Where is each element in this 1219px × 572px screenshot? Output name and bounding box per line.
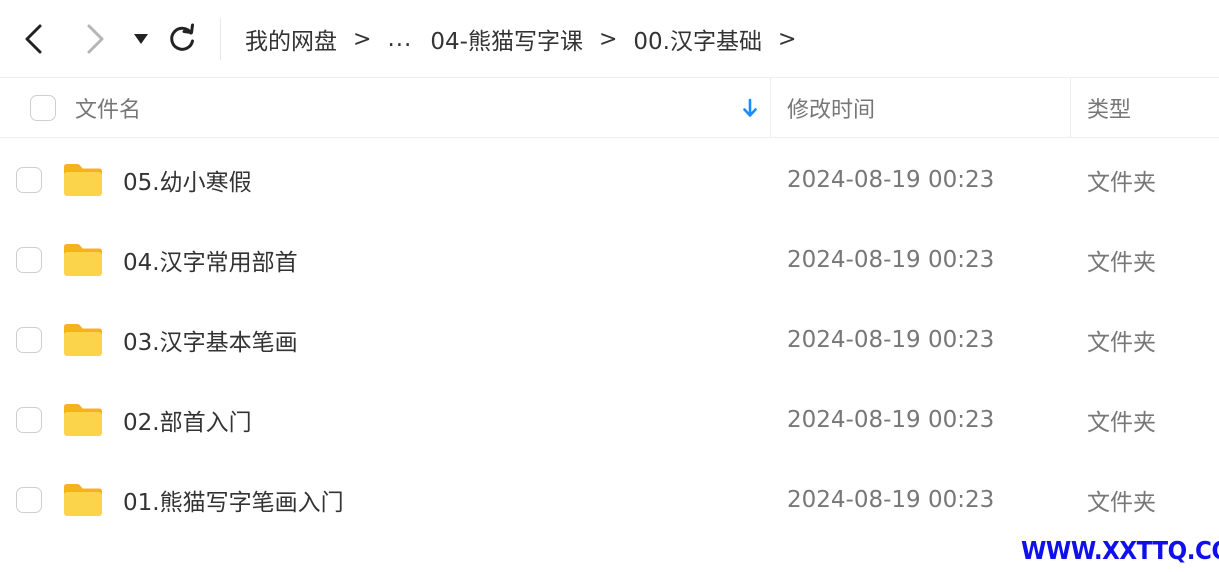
column-header-name[interactable]: 文件名 xyxy=(75,78,141,137)
table-row[interactable]: 01.熊猫写字笔画入门 2024-08-19 00:23 文件夹 xyxy=(0,460,1219,540)
file-name[interactable]: 03.汉字基本笔画 xyxy=(123,300,298,380)
breadcrumb-current[interactable]: 00.汉字基础 xyxy=(633,22,762,56)
folder-icon xyxy=(64,164,102,196)
column-header-modified[interactable]: 修改时间 xyxy=(787,78,875,137)
file-modified-time: 2024-08-19 00:23 xyxy=(787,167,995,193)
row-checkbox[interactable] xyxy=(16,487,42,513)
breadcrumb-root[interactable]: 我的网盘 xyxy=(245,22,337,56)
file-modified-time: 2024-08-19 00:23 xyxy=(787,487,995,513)
history-dropdown-button[interactable] xyxy=(124,19,158,59)
breadcrumb: 我的网盘 > ... 04-熊猫写字课 > 00.汉字基础 > xyxy=(245,0,812,78)
file-name[interactable]: 04.汉字常用部首 xyxy=(123,220,298,300)
table-row[interactable]: 05.幼小寒假 2024-08-19 00:23 文件夹 xyxy=(0,140,1219,220)
watermark-text: WWW.XXTTQ.COM xyxy=(1021,536,1219,565)
file-name[interactable]: 01.熊猫写字笔画入门 xyxy=(123,460,344,540)
refresh-icon xyxy=(170,23,194,51)
file-type: 文件夹 xyxy=(1087,330,1156,356)
table-row[interactable]: 04.汉字常用部首 2024-08-19 00:23 文件夹 xyxy=(0,220,1219,300)
table-row[interactable]: 03.汉字基本笔画 2024-08-19 00:23 文件夹 xyxy=(0,300,1219,380)
top-navigation-bar: 我的网盘 > ... 04-熊猫写字课 > 00.汉字基础 > xyxy=(0,0,1219,78)
column-header-type[interactable]: 类型 xyxy=(1087,78,1131,137)
breadcrumb-separator: > xyxy=(777,26,797,52)
column-divider[interactable] xyxy=(1070,78,1071,137)
file-type: 文件夹 xyxy=(1087,410,1156,436)
refresh-button[interactable] xyxy=(164,19,200,59)
file-type: 文件夹 xyxy=(1087,490,1156,516)
chevron-right-icon xyxy=(87,24,104,54)
folder-icon xyxy=(64,404,102,436)
nav-divider xyxy=(220,18,221,60)
row-checkbox[interactable] xyxy=(16,167,42,193)
select-all-checkbox[interactable] xyxy=(30,95,56,121)
file-modified-time: 2024-08-19 00:23 xyxy=(787,327,995,353)
column-divider[interactable] xyxy=(770,78,771,137)
sort-arrow-down-icon[interactable] xyxy=(741,98,759,120)
chevron-left-icon xyxy=(25,24,42,54)
row-checkbox[interactable] xyxy=(16,407,42,433)
back-button[interactable] xyxy=(16,19,52,59)
file-name[interactable]: 02.部首入门 xyxy=(123,380,252,460)
folder-icon xyxy=(64,324,102,356)
forward-button[interactable] xyxy=(78,19,114,59)
file-type: 文件夹 xyxy=(1087,170,1156,196)
breadcrumb-separator: > xyxy=(598,26,618,52)
file-type: 文件夹 xyxy=(1087,250,1156,276)
breadcrumb-separator: > xyxy=(353,26,372,52)
folder-icon xyxy=(64,484,102,516)
folder-icon xyxy=(64,244,102,276)
breadcrumb-ellipsis[interactable]: ... xyxy=(387,26,412,52)
table-row[interactable]: 02.部首入门 2024-08-19 00:23 文件夹 xyxy=(0,380,1219,460)
file-modified-time: 2024-08-19 00:23 xyxy=(787,407,995,433)
caret-down-icon xyxy=(134,34,148,44)
row-checkbox[interactable] xyxy=(16,327,42,353)
file-name[interactable]: 05.幼小寒假 xyxy=(123,140,252,220)
row-checkbox[interactable] xyxy=(16,247,42,273)
table-header: 文件名 修改时间 类型 xyxy=(0,78,1219,138)
breadcrumb-parent[interactable]: 04-熊猫写字课 xyxy=(430,22,583,56)
file-modified-time: 2024-08-19 00:23 xyxy=(787,247,995,273)
